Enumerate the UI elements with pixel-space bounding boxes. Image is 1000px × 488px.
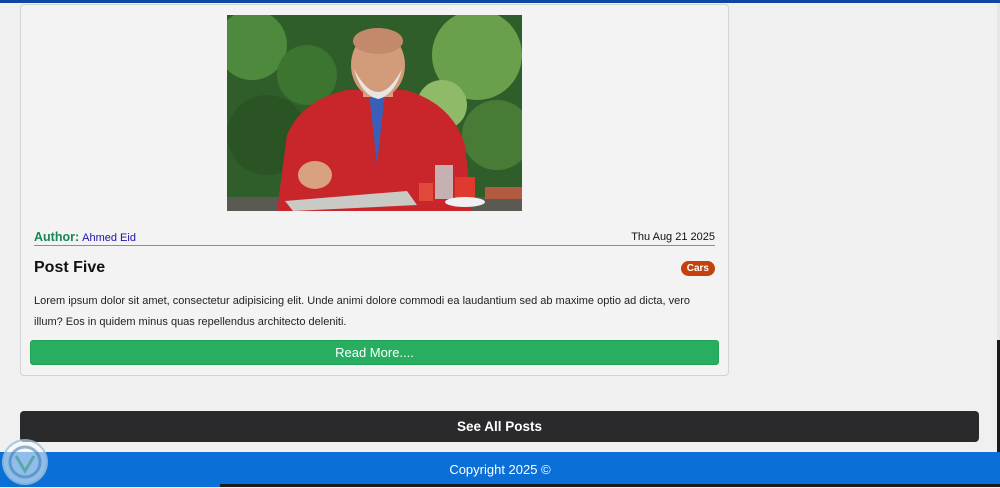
post-card: Author: Ahmed Eid Thu Aug 21 2025 Post Fi… — [20, 4, 729, 376]
logo-watermark-icon — [2, 439, 48, 485]
author-info: Author: Ahmed Eid — [34, 228, 136, 246]
post-date: Thu Aug 21 2025 — [631, 231, 715, 243]
post-image — [227, 15, 522, 211]
top-border — [0, 0, 1000, 3]
see-all-posts-button[interactable]: See All Posts — [20, 411, 979, 442]
read-more-button[interactable]: Read More.... — [30, 340, 719, 365]
post-excerpt: Lorem ipsum dolor sit amet, consectetur … — [34, 295, 691, 328]
post-meta: Author: Ahmed Eid Thu Aug 21 2025 — [34, 229, 715, 246]
footer: Copyright 2025 © — [0, 452, 1000, 487]
copyright-text: Copyright 2025 © — [449, 462, 551, 477]
author-name[interactable]: Ahmed Eid — [82, 232, 136, 244]
author-label: Author: — [34, 230, 80, 244]
category-badge[interactable]: Cars — [680, 260, 715, 276]
post-title: Post Five — [34, 259, 106, 276]
post-header: Post Five Cars — [34, 257, 715, 279]
